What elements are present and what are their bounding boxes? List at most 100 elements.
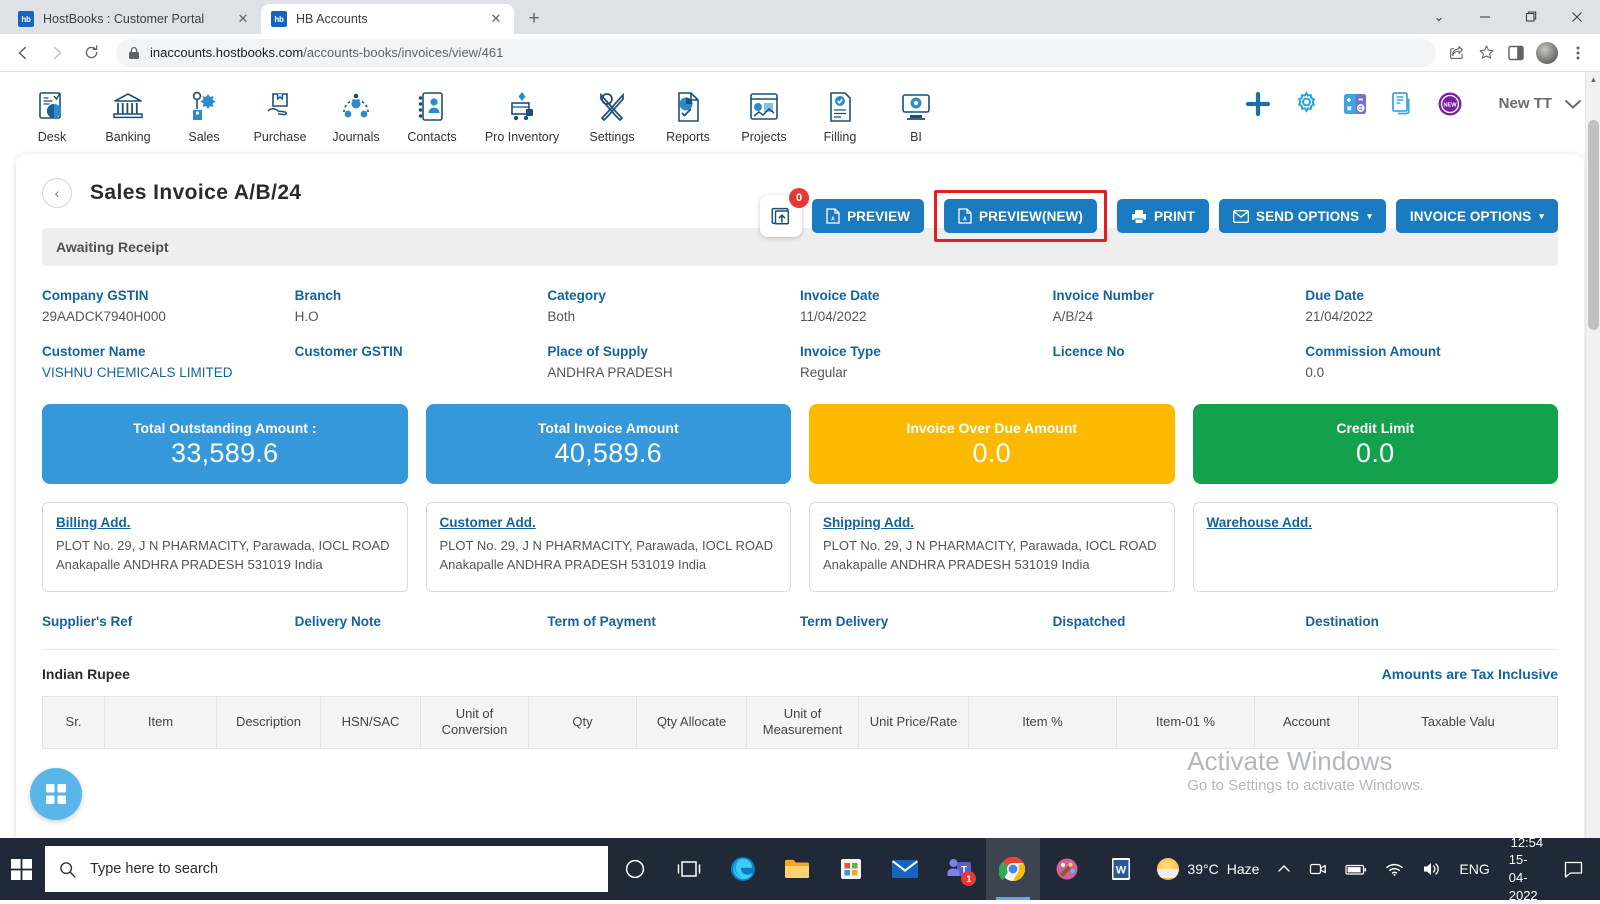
stat-label: Total Outstanding Amount : [133, 420, 317, 436]
preview-button[interactable]: A PREVIEW [812, 199, 924, 233]
sidepanel-icon[interactable] [1502, 39, 1530, 67]
browser-tab-1[interactable]: hb HostBooks : Customer Portal ✕ [8, 4, 261, 34]
column-header-unit-of-conversion[interactable]: Unit of Conversion [421, 697, 529, 749]
page-scrollbar[interactable]: ▲ [1585, 72, 1600, 838]
field-label: Supplier's Ref [42, 614, 295, 629]
close-icon[interactable]: ✕ [488, 11, 504, 27]
language-indicator[interactable]: ENG [1450, 838, 1498, 900]
field-customer-name: Customer Name VISHNU CHEMICALS LIMITED [42, 344, 295, 380]
field-value[interactable]: VISHNU CHEMICALS LIMITED [42, 365, 295, 380]
user-menu[interactable]: New TT [1499, 95, 1582, 112]
column-header-taxable-value[interactable]: Taxable Valu [1359, 697, 1558, 749]
search-input[interactable]: Type here to search [45, 846, 608, 892]
column-header-account[interactable]: Account [1255, 697, 1359, 749]
sidebar-item-label: Reports [666, 130, 710, 144]
column-header-item-01-percent[interactable]: Item-01 % [1117, 697, 1255, 749]
sidebar-item-projects[interactable]: Projects [726, 83, 802, 144]
chrome-menu-icon[interactable] [1564, 39, 1592, 67]
sidebar-item-bi[interactable]: BI [878, 83, 954, 144]
sidebar-item-settings[interactable]: Settings [574, 83, 650, 144]
word-icon[interactable]: W [1094, 838, 1148, 900]
volume-icon[interactable] [1413, 838, 1450, 900]
column-header-unit-price-rate[interactable]: Unit Price/Rate [859, 697, 969, 749]
column-header-hsn-sac[interactable]: HSN/SAC [321, 697, 421, 749]
sidebar-item-pro-inventory[interactable]: Pro Inventory [470, 83, 574, 144]
address-title[interactable]: Warehouse Add. [1207, 515, 1313, 530]
column-header-unit-of-measurement[interactable]: Unit of Measurement [747, 697, 859, 749]
address-bar[interactable]: inaccounts.hostbooks.com/accounts-books/… [116, 39, 1436, 67]
column-header-item[interactable]: Item [105, 697, 217, 749]
browser-tab-2[interactable]: hb HB Accounts ✕ [261, 4, 514, 34]
calculator-icon[interactable] [1342, 91, 1368, 117]
sidebar-item-banking[interactable]: Banking [90, 83, 166, 144]
weather-widget[interactable]: 39°C Haze [1148, 838, 1268, 900]
invoice-options-button[interactable]: INVOICE OPTIONS ▾ [1396, 199, 1558, 233]
preview-new-button[interactable]: A PREVIEW(NEW) [944, 199, 1097, 233]
start-button[interactable] [0, 838, 45, 900]
sidebar-item-contacts[interactable]: Contacts [394, 83, 470, 144]
document-icon[interactable] [1390, 91, 1415, 117]
field-company-gstin: Company GSTIN 29AADCK7940H000 [42, 288, 295, 324]
new-tab-button[interactable]: + [520, 4, 548, 32]
back-icon[interactable] [8, 38, 38, 68]
sidebar-item-purchase[interactable]: Purchase [242, 83, 318, 144]
plus-icon[interactable] [1245, 91, 1271, 117]
sidebar-item-label: Journals [332, 130, 379, 144]
avatar[interactable] [1536, 42, 1558, 64]
close-window-icon[interactable] [1554, 0, 1600, 34]
clock[interactable]: 12:54 15-04-2022 [1499, 834, 1555, 904]
address-title[interactable]: Shipping Add. [823, 515, 914, 530]
chevron-down-icon[interactable]: ⌄ [1416, 0, 1462, 34]
print-button[interactable]: PRINT [1117, 199, 1209, 233]
teams-icon[interactable]: T 1 [932, 838, 986, 900]
address-title[interactable]: Customer Add. [440, 515, 536, 530]
column-header-sr[interactable]: Sr. [43, 697, 105, 749]
battery-icon[interactable] [1336, 838, 1376, 900]
sidebar-item-sales[interactable]: Sales [166, 83, 242, 144]
column-header-item-percent[interactable]: Item % [969, 697, 1117, 749]
share-icon[interactable] [1442, 39, 1470, 67]
sidebar-item-journals[interactable]: Journals [318, 83, 394, 144]
field-value: 21/04/2022 [1305, 309, 1558, 324]
task-view-icon[interactable] [662, 838, 716, 900]
sidebar-item-desk[interactable]: Desk [14, 83, 90, 144]
back-button[interactable]: ‹ [42, 178, 72, 208]
paint-icon[interactable] [1040, 838, 1094, 900]
attachments-badge: 0 [789, 188, 809, 208]
sidebar-item-reports[interactable]: Reports [650, 83, 726, 144]
column-header-description[interactable]: Description [217, 697, 321, 749]
bookmark-star-icon[interactable] [1472, 39, 1500, 67]
address-boxes: Billing Add. PLOT No. 29, J N PHARMACITY… [42, 502, 1558, 592]
chrome-icon[interactable] [986, 838, 1040, 900]
file-explorer-icon[interactable] [770, 838, 824, 900]
address-title[interactable]: Billing Add. [56, 515, 131, 530]
store-icon[interactable] [824, 838, 878, 900]
minimize-icon[interactable] [1462, 0, 1508, 34]
mail-icon[interactable] [878, 838, 932, 900]
scrollbar-thumb[interactable] [1588, 120, 1599, 330]
close-icon[interactable]: ✕ [235, 11, 251, 27]
pdf-icon: A [826, 208, 840, 224]
maximize-icon[interactable] [1508, 0, 1554, 34]
sidebar-item-label: Desk [38, 130, 66, 144]
address-text: PLOT No. 29, J N PHARMACITY, Parawada, I… [440, 537, 778, 575]
summary-cards: Total Outstanding Amount : 33,589.6 Tota… [42, 404, 1558, 484]
column-header-qty-allocate[interactable]: Qty Allocate [637, 697, 747, 749]
sidebar-item-filling[interactable]: Filling [802, 83, 878, 144]
field-label: Invoice Number [1053, 288, 1306, 303]
reload-icon[interactable] [76, 38, 106, 68]
cortana-icon[interactable] [608, 838, 662, 900]
new-badge-icon[interactable]: NEW [1437, 91, 1463, 117]
browser-tabstrip: hb HostBooks : Customer Portal ✕ hb HB A… [0, 0, 1600, 34]
column-header-qty[interactable]: Qty [529, 697, 637, 749]
wifi-icon[interactable] [1376, 838, 1413, 900]
gear-icon[interactable] [1293, 90, 1320, 117]
show-hidden-icons-button[interactable] [1268, 838, 1300, 900]
scroll-up-arrow[interactable]: ▲ [1586, 72, 1600, 87]
edge-icon[interactable] [716, 838, 770, 900]
grid-toggle-fab[interactable] [30, 768, 82, 820]
meet-now-icon[interactable] [1300, 838, 1336, 900]
attachments-button[interactable]: 0 [760, 195, 802, 237]
send-options-button[interactable]: SEND OPTIONS ▾ [1219, 199, 1386, 233]
action-center-icon[interactable] [1555, 838, 1592, 900]
